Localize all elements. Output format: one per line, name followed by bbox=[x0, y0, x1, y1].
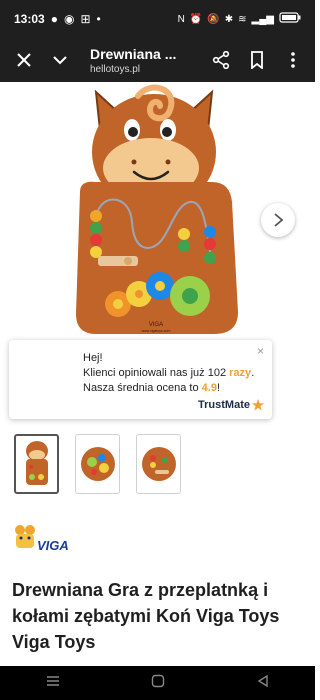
product-title: Drewniana Gra z przeplatnką i kołami zęb… bbox=[12, 580, 280, 652]
bluetooth-icon: ✱ bbox=[224, 13, 234, 25]
page-title: Drewniana ... bbox=[90, 45, 177, 62]
popup-reviews-line: Klienci opiniowali nas już 102 razy. bbox=[83, 367, 255, 379]
popup-rating-line: Nasza średnia ocena to 4.9! bbox=[83, 382, 220, 394]
thumbnail-board-detail-image bbox=[80, 447, 115, 481]
recent-apps-button[interactable] bbox=[46, 674, 60, 692]
thumbnail-horse-board-image bbox=[25, 441, 48, 485]
back-triangle-icon bbox=[257, 674, 268, 687]
clock: 13:03 bbox=[14, 12, 45, 26]
mute-icon: 🔕 bbox=[207, 13, 220, 25]
home-button[interactable] bbox=[151, 674, 165, 693]
nfc-icon: N bbox=[177, 13, 185, 25]
dot-icon: • bbox=[96, 12, 101, 26]
status-bar: 13:03 ● ◉ ⊞ • N ⏰ 🔕 ✱ ≋ ▂▄▆ bbox=[0, 0, 315, 38]
share-icon bbox=[212, 51, 230, 69]
browser-toolbar: Drewniana ... hellotoys.pl bbox=[0, 38, 315, 82]
bookmark-button[interactable] bbox=[239, 38, 275, 82]
collapse-button[interactable] bbox=[42, 38, 78, 82]
back-button[interactable] bbox=[256, 674, 270, 693]
trustmate-popup[interactable]: × Hej! Klienci opiniowali nas już 102 ra… bbox=[9, 340, 272, 419]
carousel-next-button[interactable] bbox=[261, 203, 295, 237]
thumbnail-3[interactable] bbox=[136, 434, 181, 494]
popup-message: Hej! Klienci opiniowali nas już 102 razy… bbox=[83, 351, 254, 396]
close-button[interactable] bbox=[6, 38, 42, 82]
chat-icon: ● bbox=[50, 12, 58, 26]
system-nav-bar bbox=[0, 666, 315, 700]
battery-icon bbox=[279, 12, 301, 26]
trustmate-logo: TrustMate bbox=[198, 399, 264, 411]
board-brand-label: VIGA bbox=[149, 322, 163, 328]
thumbnail-1[interactable] bbox=[14, 434, 59, 494]
star-icon bbox=[252, 399, 264, 411]
messenger-icon: ◉ bbox=[63, 12, 75, 26]
home-square-icon bbox=[151, 674, 164, 687]
share-button[interactable] bbox=[203, 38, 239, 82]
board-url-label: www.vigatoys.com bbox=[142, 329, 171, 333]
svg-text:VIGA: VIGA bbox=[37, 538, 69, 553]
chevron-down-icon bbox=[53, 56, 67, 65]
wifi-icon: ≋ bbox=[238, 13, 247, 25]
more-vert-icon bbox=[291, 52, 295, 68]
alarm-icon: ⏰ bbox=[189, 13, 203, 25]
thumbnail-bead-detail-image bbox=[141, 447, 176, 481]
chevron-right-icon bbox=[274, 213, 284, 227]
menu-icon bbox=[46, 676, 59, 686]
close-icon bbox=[17, 53, 31, 67]
popup-close-button[interactable]: × bbox=[257, 344, 264, 358]
page-title-block: Drewniana ... hellotoys.pl bbox=[78, 46, 203, 75]
page-url: hellotoys.pl bbox=[90, 63, 141, 75]
signal-icon: ▂▄▆ bbox=[251, 13, 274, 25]
thumbnail-2[interactable] bbox=[75, 434, 120, 494]
grid-icon: ⊞ bbox=[80, 12, 91, 26]
more-options-button[interactable] bbox=[275, 38, 311, 82]
thumbnail-strip bbox=[14, 434, 181, 494]
brand-logo[interactable]: VIGA bbox=[10, 522, 72, 558]
popup-greeting: Hej! bbox=[83, 352, 103, 364]
viga-logo-image: VIGA bbox=[15, 525, 69, 553]
bookmark-icon bbox=[251, 51, 263, 69]
